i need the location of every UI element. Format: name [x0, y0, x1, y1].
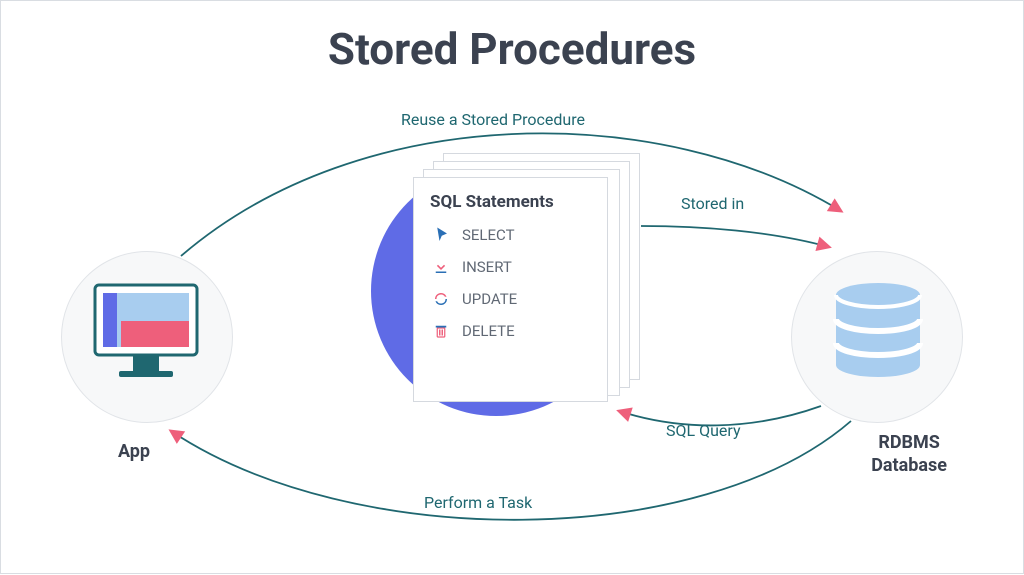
- stmt-select-label: SELECT: [462, 226, 515, 244]
- monitor-icon: [93, 281, 199, 391]
- page-title: Stored Procedures: [1, 23, 1023, 75]
- label-stored: Stored in: [681, 194, 744, 213]
- stmt-insert: INSERT: [432, 258, 589, 276]
- refresh-icon: [432, 290, 450, 308]
- stmt-delete: DELETE: [432, 322, 589, 340]
- db-label: RDBMS Database: [871, 431, 947, 478]
- stmt-delete-label: DELETE: [462, 322, 515, 340]
- app-label: App: [118, 441, 150, 462]
- stmt-insert-label: INSERT: [462, 258, 512, 276]
- pointer-icon: [432, 226, 450, 244]
- stmt-select: SELECT: [432, 226, 589, 244]
- label-query: SQL Query: [666, 421, 741, 440]
- download-icon: [432, 258, 450, 276]
- sql-statements-heading: SQL Statements: [430, 192, 591, 212]
- database-icon: [828, 281, 928, 391]
- trash-icon: [432, 322, 450, 340]
- arrow-stored-in: [641, 226, 829, 247]
- label-reuse: Reuse a Stored Procedure: [401, 110, 585, 129]
- diagram-canvas: Stored Procedures SQL Statements SELECT …: [0, 0, 1024, 574]
- stmt-update-label: UPDATE: [462, 290, 517, 308]
- stmt-update: UPDATE: [432, 290, 589, 308]
- label-task: Perform a Task: [424, 493, 532, 512]
- sql-statements-card: SQL Statements SELECT INSERT UPDATE DELE…: [413, 177, 608, 402]
